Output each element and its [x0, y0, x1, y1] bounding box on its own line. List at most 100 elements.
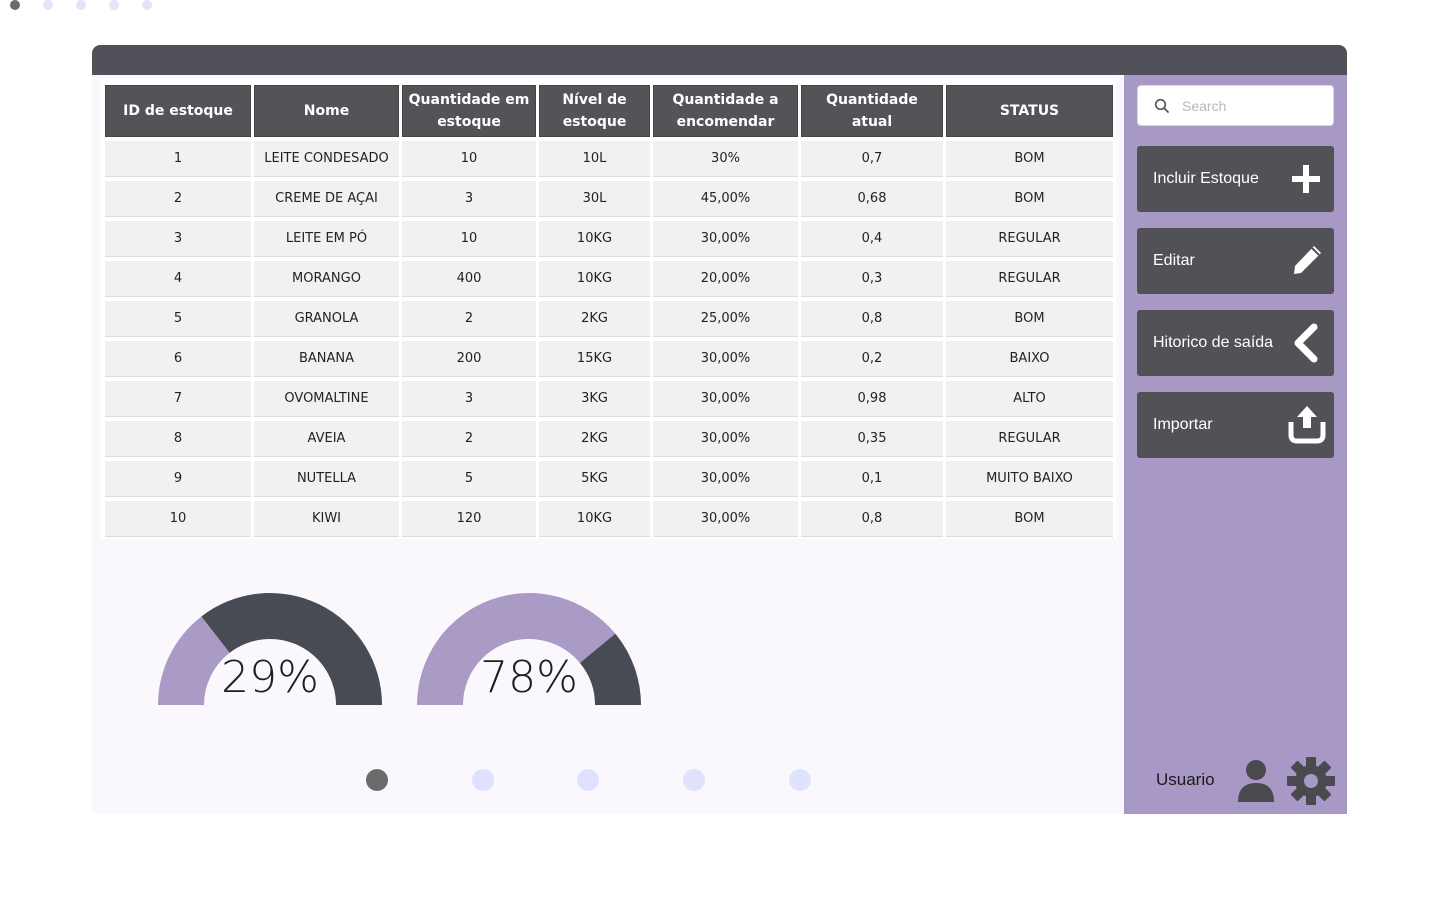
table-header-row: ID de estoque Nome Quantidade em estoque… [105, 85, 1113, 137]
stock-table: ID de estoque Nome Quantidade em estoque… [102, 81, 1116, 541]
cell-order-quantity: 30,00% [653, 461, 798, 497]
cell-current-quantity: 0,2 [801, 341, 943, 377]
cell-status: BAIXO [946, 341, 1113, 377]
page-dot-4[interactable] [109, 0, 119, 10]
cell-status: REGULAR [946, 221, 1113, 257]
cell-name: NUTELLA [254, 461, 399, 497]
page-dot-3[interactable] [76, 0, 86, 10]
edit-label: Editar [1153, 252, 1195, 269]
cell-name: LEITE EM PÓ [254, 221, 399, 257]
cell-order-quantity: 30,00% [653, 501, 798, 537]
carousel-dot-4[interactable] [683, 769, 705, 791]
gauge-1-label: 29% [221, 652, 319, 703]
cell-order-quantity: 30% [653, 141, 798, 177]
cell-order-quantity: 30,00% [653, 421, 798, 457]
table-row[interactable]: 9 NUTELLA 5 5KG 30,00% 0,1 MUITO BAIXO [105, 461, 1113, 497]
table-row[interactable]: 4 MORANGO 400 10KG 20,00% 0,3 REGULAR [105, 261, 1113, 297]
add-stock-label: Incluir Estoque [1153, 170, 1259, 187]
table-row[interactable]: 10 KIWI 120 10KG 30,00% 0,8 BOM [105, 501, 1113, 537]
user-icon[interactable] [1236, 759, 1276, 808]
import-label: Importar [1153, 416, 1213, 433]
table-row[interactable]: 6 BANANA 200 15KG 30,00% 0,2 BAIXO [105, 341, 1113, 377]
carousel-dot-5[interactable] [789, 769, 811, 791]
title-bar [92, 45, 1347, 75]
cell-stock-quantity: 2 [402, 421, 536, 457]
app-window: ID de estoque Nome Quantidade em estoque… [92, 45, 1347, 814]
cell-name: GRANOLA [254, 301, 399, 337]
cell-stock-level: 5KG [539, 461, 650, 497]
cell-current-quantity: 0,35 [801, 421, 943, 457]
cell-current-quantity: 0,1 [801, 461, 943, 497]
cell-id: 4 [105, 261, 251, 297]
cell-status: REGULAR [946, 421, 1113, 457]
header-id[interactable]: ID de estoque [105, 85, 251, 137]
carousel-dot-3[interactable] [577, 769, 599, 791]
cell-stock-quantity: 200 [402, 341, 536, 377]
cell-current-quantity: 0,8 [801, 301, 943, 337]
carousel-dot-1[interactable] [366, 769, 388, 791]
cell-stock-level: 3KG [539, 381, 650, 417]
header-order-quantity[interactable]: Quantidade a encomendar [653, 85, 798, 137]
cell-stock-level: 30L [539, 181, 650, 217]
page-dot-2[interactable] [43, 0, 53, 10]
cell-order-quantity: 25,00% [653, 301, 798, 337]
table-row[interactable]: 8 AVEIA 2 2KG 30,00% 0,35 REGULAR [105, 421, 1113, 457]
page-dot-1[interactable] [10, 0, 20, 10]
cell-order-quantity: 30,00% [653, 381, 798, 417]
carousel-dot-2[interactable] [472, 769, 494, 791]
cell-order-quantity: 30,00% [653, 221, 798, 257]
cell-stock-level: 10KG [539, 221, 650, 257]
cell-status: MUITO BAIXO [946, 461, 1113, 497]
cell-status: BOM [946, 301, 1113, 337]
cell-order-quantity: 30,00% [653, 341, 798, 377]
search-icon [1154, 98, 1170, 119]
add-stock-button[interactable]: Incluir Estoque [1137, 146, 1334, 212]
table-row[interactable]: 1 LEITE CONDESADO 10 10L 30% 0,7 BOM [105, 141, 1113, 177]
cell-stock-quantity: 120 [402, 501, 536, 537]
cell-status: BOM [946, 181, 1113, 217]
gear-icon[interactable] [1286, 756, 1336, 811]
cell-stock-level: 10L [539, 141, 650, 177]
cell-id: 2 [105, 181, 251, 217]
cell-current-quantity: 0,68 [801, 181, 943, 217]
search-box[interactable] [1137, 85, 1334, 126]
cell-stock-level: 10KG [539, 261, 650, 297]
search-input[interactable] [1180, 94, 1324, 118]
table-row[interactable]: 7 OVOMALTINE 3 3KG 30,00% 0,98 ALTO [105, 381, 1113, 417]
gauge-1: 29% [155, 590, 385, 710]
cell-order-quantity: 45,00% [653, 181, 798, 217]
cell-stock-quantity: 10 [402, 221, 536, 257]
exit-history-button[interactable]: Hitorico de saída [1137, 310, 1334, 376]
cell-current-quantity: 0,4 [801, 221, 943, 257]
header-current-quantity[interactable]: Quantidade atual [801, 85, 943, 137]
cell-stock-level: 10KG [539, 501, 650, 537]
header-stock-quantity[interactable]: Quantidade em estoque [402, 85, 536, 137]
stock-table-container: ID de estoque Nome Quantidade em estoque… [100, 79, 1116, 539]
table-row[interactable]: 3 LEITE EM PÓ 10 10KG 30,00% 0,4 REGULAR [105, 221, 1113, 257]
page-dot-5[interactable] [142, 0, 152, 10]
import-button[interactable]: Importar [1137, 392, 1334, 458]
cell-name: KIWI [254, 501, 399, 537]
cell-status: REGULAR [946, 261, 1113, 297]
exit-history-label: Hitorico de saída [1153, 334, 1274, 351]
table-row[interactable]: 5 GRANOLA 2 2KG 25,00% 0,8 BOM [105, 301, 1113, 337]
cell-stock-quantity: 10 [402, 141, 536, 177]
user-label: Usuario [1156, 770, 1215, 789]
sidebar: Incluir Estoque Editar Hitorico de saída [1124, 75, 1347, 814]
cell-id: 7 [105, 381, 251, 417]
header-name[interactable]: Nome [254, 85, 399, 137]
cell-stock-quantity: 400 [402, 261, 536, 297]
cell-stock-level: 15KG [539, 341, 650, 377]
header-stock-level[interactable]: Nível de estoque [539, 85, 650, 137]
chevron-left-icon [1286, 323, 1326, 363]
cell-current-quantity: 0,3 [801, 261, 943, 297]
cell-name: AVEIA [254, 421, 399, 457]
table-row[interactable]: 2 CREME DE AÇAI 3 30L 45,00% 0,68 BOM [105, 181, 1113, 217]
cell-current-quantity: 0,8 [801, 501, 943, 537]
cell-stock-quantity: 5 [402, 461, 536, 497]
edit-button[interactable]: Editar [1137, 228, 1334, 294]
header-status[interactable]: STATUS [946, 85, 1113, 137]
gauge-2-label: 78% [480, 652, 578, 703]
cell-status: ALTO [946, 381, 1113, 417]
cell-id: 1 [105, 141, 251, 177]
